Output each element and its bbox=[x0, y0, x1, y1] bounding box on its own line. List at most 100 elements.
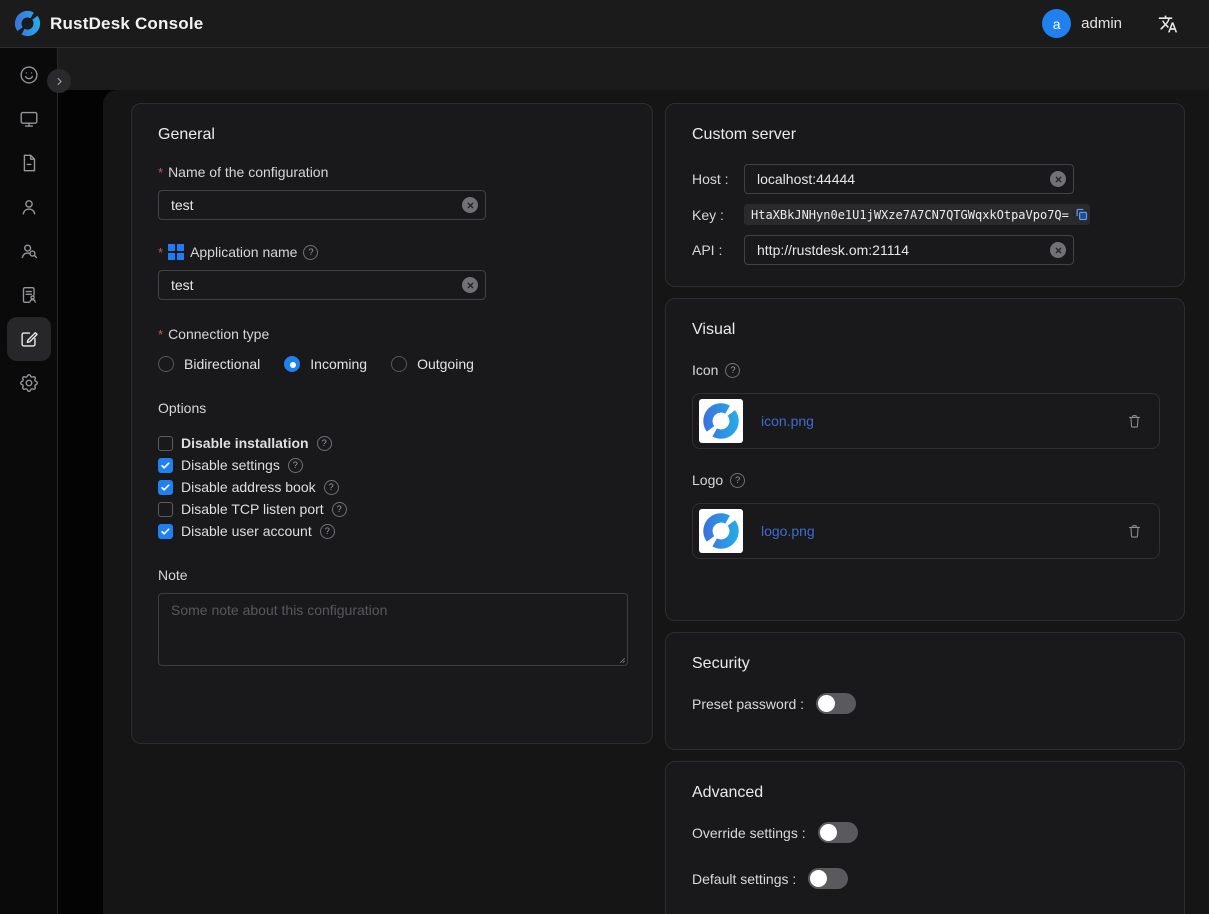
option-label: Disable address book bbox=[181, 479, 316, 495]
host-field bbox=[744, 164, 1074, 194]
clear-api-icon[interactable] bbox=[1050, 242, 1066, 258]
connection-type-label: * Connection type bbox=[158, 326, 626, 342]
radio-bidirectional[interactable]: Bidirectional bbox=[158, 356, 260, 372]
icon-label: Icon ? bbox=[692, 362, 1158, 378]
edit-icon bbox=[18, 328, 40, 350]
preset-password-toggle[interactable] bbox=[816, 693, 856, 714]
avatar[interactable]: a bbox=[1042, 9, 1071, 38]
radio-incoming[interactable]: Incoming bbox=[284, 356, 367, 372]
sidebar-item-configurations[interactable] bbox=[7, 317, 51, 361]
help-icon[interactable]: ? bbox=[303, 245, 318, 260]
clear-config-name-icon[interactable] bbox=[462, 197, 478, 213]
sidebar-item-documents[interactable] bbox=[7, 141, 51, 185]
radio-dot[interactable] bbox=[158, 356, 174, 372]
note-label: Note bbox=[158, 567, 626, 583]
help-icon[interactable]: ? bbox=[725, 363, 740, 378]
help-icon[interactable]: ? bbox=[320, 524, 335, 539]
logo-upload-item: logo.png bbox=[692, 503, 1160, 559]
help-icon[interactable]: ? bbox=[324, 480, 339, 495]
sidebar-item-user-search[interactable] bbox=[7, 229, 51, 273]
config-name-input[interactable] bbox=[158, 190, 486, 220]
options-label: Options bbox=[158, 400, 626, 416]
document-person-icon bbox=[18, 284, 40, 306]
override-settings-toggle[interactable] bbox=[818, 822, 858, 843]
avatar-initial: a bbox=[1053, 16, 1061, 32]
api-input[interactable] bbox=[744, 235, 1074, 265]
sidebar-expand-button[interactable] bbox=[47, 69, 71, 93]
host-input[interactable] bbox=[744, 164, 1074, 194]
clear-app-name-icon[interactable] bbox=[462, 277, 478, 293]
option-label: Disable settings bbox=[181, 457, 280, 473]
app-root: RustDesk Console a admin bbox=[0, 0, 1209, 914]
rustdesk-logo-icon bbox=[702, 512, 740, 550]
help-icon[interactable]: ? bbox=[288, 458, 303, 473]
windows-logo-icon bbox=[168, 244, 184, 260]
connection-type-radios: Bidirectional Incoming Outgoing bbox=[158, 356, 626, 372]
key-row: Key : HtaXBkJNHyn0e1U1jWXze7A7CN7QTGWqxk… bbox=[692, 204, 1158, 225]
advanced-panel: Advanced Override settings : Default set… bbox=[665, 761, 1185, 914]
rustdesk-logo-icon bbox=[702, 402, 740, 440]
sidebar-item-users[interactable] bbox=[7, 185, 51, 229]
default-settings-label: Default settings : bbox=[692, 871, 796, 887]
checkbox[interactable] bbox=[158, 480, 173, 495]
override-settings-row: Override settings : bbox=[692, 822, 1158, 843]
help-icon[interactable]: ? bbox=[317, 436, 332, 451]
general-panel: General * Name of the configuration * Ap… bbox=[131, 103, 653, 744]
document-icon bbox=[18, 152, 40, 174]
sidebar-item-devices[interactable] bbox=[7, 97, 51, 141]
required-mark: * bbox=[158, 245, 163, 260]
gear-icon bbox=[18, 372, 40, 394]
option-disable-address-book: Disable address book ? bbox=[158, 476, 626, 498]
header-strip bbox=[58, 48, 1209, 90]
security-title: Security bbox=[692, 655, 1158, 673]
api-field bbox=[744, 235, 1074, 265]
sidebar-item-dashboard[interactable] bbox=[7, 53, 51, 97]
option-disable-installation: Disable installation ? bbox=[158, 432, 626, 454]
radio-dot[interactable] bbox=[391, 356, 407, 372]
delete-icon-trash-icon[interactable] bbox=[1126, 412, 1143, 430]
note-textarea[interactable] bbox=[158, 593, 628, 666]
radio-dot[interactable] bbox=[284, 356, 300, 372]
sidebar bbox=[0, 48, 58, 914]
default-settings-row: Default settings : bbox=[692, 868, 1158, 889]
icon-file-link[interactable]: icon.png bbox=[761, 413, 814, 429]
checkbox[interactable] bbox=[158, 524, 173, 539]
clear-host-icon[interactable] bbox=[1050, 171, 1066, 187]
app-name-input[interactable] bbox=[158, 270, 486, 300]
checkbox[interactable] bbox=[158, 502, 173, 517]
required-mark: * bbox=[158, 165, 163, 180]
checkbox[interactable] bbox=[158, 436, 173, 451]
preset-password-row: Preset password : bbox=[692, 693, 1158, 714]
default-settings-toggle[interactable] bbox=[808, 868, 848, 889]
monitor-icon bbox=[18, 108, 40, 130]
user-search-icon bbox=[18, 240, 40, 262]
chevron-right-icon bbox=[53, 75, 66, 88]
logo-file-link[interactable]: logo.png bbox=[761, 523, 815, 539]
config-name-label: * Name of the configuration bbox=[158, 164, 626, 180]
username[interactable]: admin bbox=[1081, 15, 1122, 32]
sidebar-item-settings[interactable] bbox=[7, 361, 51, 405]
option-disable-tcp-listen-port: Disable TCP listen port ? bbox=[158, 498, 626, 520]
override-settings-label: Override settings : bbox=[692, 825, 806, 841]
security-panel: Security Preset password : bbox=[665, 632, 1185, 750]
icon-upload-item: icon.png bbox=[692, 393, 1160, 449]
translate-icon[interactable] bbox=[1158, 14, 1178, 34]
server-key-value: HtaXBkJNHyn0e1U1jWXze7A7CN7QTGWqxkOtpaVp… bbox=[751, 208, 1069, 222]
app-title: RustDesk Console bbox=[50, 14, 203, 34]
logo-thumbnail bbox=[699, 509, 743, 553]
copy-key-icon[interactable] bbox=[1074, 207, 1089, 222]
sidebar-item-records[interactable] bbox=[7, 273, 51, 317]
navbar-right: a admin bbox=[1042, 9, 1195, 38]
delete-logo-trash-icon[interactable] bbox=[1126, 522, 1143, 540]
option-label: Disable installation bbox=[181, 435, 309, 451]
user-icon bbox=[18, 196, 40, 218]
checkbox[interactable] bbox=[158, 458, 173, 473]
app-name-label: * Application name ? bbox=[158, 244, 626, 260]
option-label: Disable TCP listen port bbox=[181, 501, 324, 517]
config-name-field bbox=[158, 190, 486, 220]
host-row: Host : bbox=[692, 164, 1158, 194]
help-icon[interactable]: ? bbox=[332, 502, 347, 517]
advanced-title: Advanced bbox=[692, 784, 1158, 802]
help-icon[interactable]: ? bbox=[730, 473, 745, 488]
radio-outgoing[interactable]: Outgoing bbox=[391, 356, 474, 372]
